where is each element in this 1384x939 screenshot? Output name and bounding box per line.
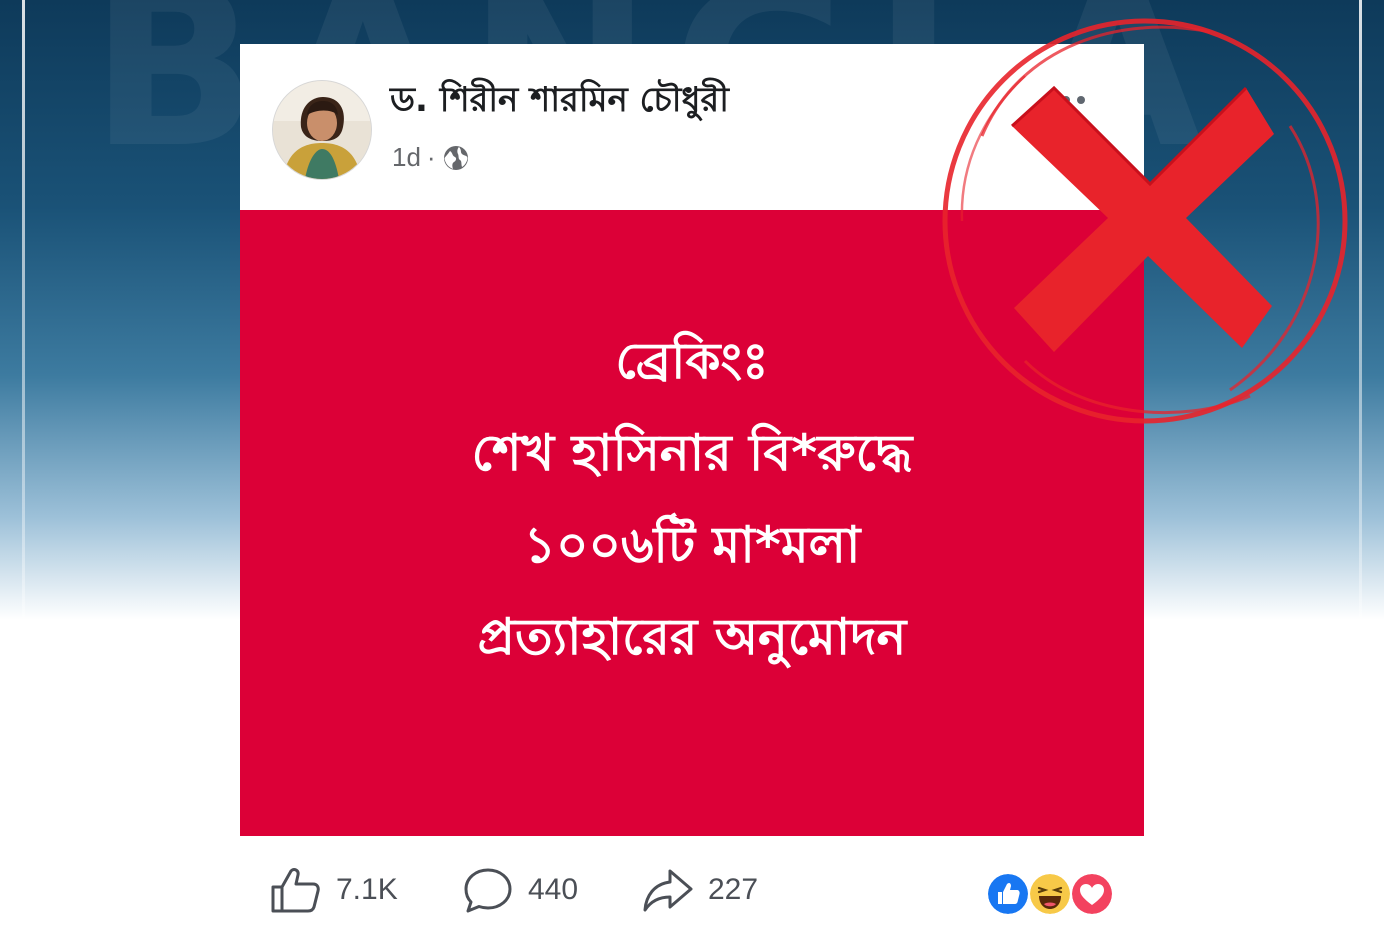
post-time[interactable]: 1d <box>392 142 421 173</box>
like-button[interactable]: 7.1K <box>270 866 398 914</box>
author-avatar[interactable] <box>272 80 372 180</box>
post-meta: 1d · <box>392 142 470 173</box>
post-header: ড. শিরীন শারমিন চৌধুরী 1d · <box>240 44 1144 210</box>
left-edge-line <box>22 0 25 620</box>
more-options-button[interactable] <box>1036 88 1096 112</box>
meta-separator: · <box>426 142 436 172</box>
avatar-photo <box>273 81 371 179</box>
love-reaction-icon <box>1070 872 1114 916</box>
comment-icon <box>464 868 512 913</box>
more-dot <box>1077 96 1085 104</box>
right-edge-line <box>1359 0 1362 620</box>
share-button[interactable]: 227 <box>642 866 758 914</box>
comment-count: 440 <box>528 873 579 906</box>
headline-line-2: শেখ হাসিনার বি*রুদ্ধে <box>471 424 913 482</box>
like-count: 7.1K <box>336 873 398 906</box>
thumbs-up-icon <box>271 868 320 913</box>
haha-reaction-icon <box>1028 872 1072 916</box>
headline-line-1: ব্রেকিংঃ <box>615 332 769 390</box>
share-icon <box>643 869 693 912</box>
share-count: 227 <box>708 873 759 906</box>
more-dot <box>1047 96 1055 104</box>
like-reaction-icon <box>986 872 1030 916</box>
headline-line-3: ১০০৬টি মা*মলা <box>523 516 861 574</box>
globe-icon <box>443 145 468 170</box>
headline-line-4: প্রত্যাহারের অনুমোদন <box>477 608 907 666</box>
comment-button[interactable]: 440 <box>462 866 578 914</box>
author-name[interactable]: ড. শিরীন শারমিন চৌধুরী <box>390 74 729 131</box>
more-dot <box>1062 96 1070 104</box>
post-footer: 7.1K 440 227 <box>240 846 1144 936</box>
reaction-summary[interactable] <box>986 872 1114 916</box>
facebook-post-card: ড. শিরীন শারমিন চৌধুরী 1d · ব্রেকিংঃ শেখ… <box>240 44 1144 836</box>
post-image-card[interactable]: ব্রেকিংঃ শেখ হাসিনার বি*রুদ্ধে ১০০৬টি মা… <box>240 210 1144 836</box>
